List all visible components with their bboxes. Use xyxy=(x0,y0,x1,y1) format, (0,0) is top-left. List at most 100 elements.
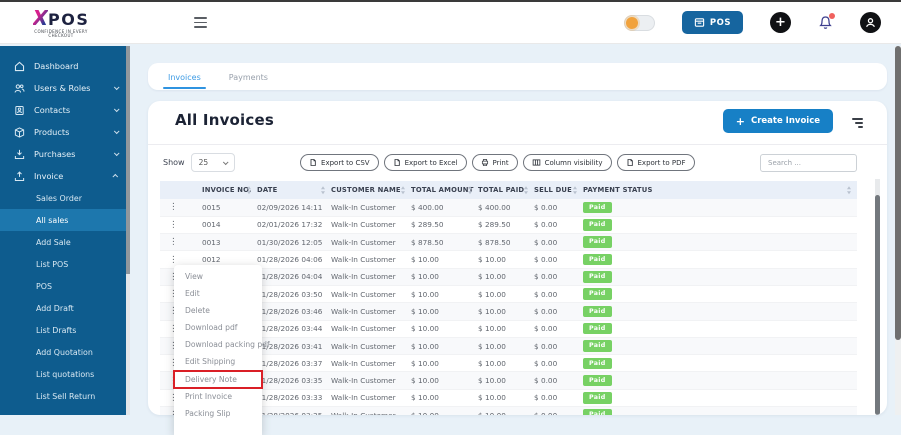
sidebar-sub-item[interactable]: Sales Order xyxy=(0,187,130,209)
cell-payment-status: Paid xyxy=(583,389,857,408)
notifications-button[interactable] xyxy=(818,13,835,30)
export-pdf-button[interactable]: Export to PDF xyxy=(616,154,695,171)
row-context-menu: View Edit Delete Download pdf Download p… xyxy=(173,265,270,435)
sidebar-item-purchases[interactable]: Purchases xyxy=(0,143,130,165)
add-button[interactable]: + xyxy=(770,12,791,33)
file-icon xyxy=(310,159,316,166)
column-header[interactable]: TOTAL PAID xyxy=(478,181,534,199)
cell-total-amount: $ 10.00 xyxy=(411,250,478,269)
cell-sell-due: $ 0.00 xyxy=(534,354,583,373)
cell-date: 02/09/2026 14:11 xyxy=(257,199,331,217)
sidebar-sub-item[interactable]: Add Sale xyxy=(0,231,130,253)
cell-sell-due: $ 0.00 xyxy=(534,389,583,408)
divider xyxy=(148,144,887,145)
cell-total-amount: $ 10.00 xyxy=(411,389,478,408)
sidebar-toggle-hamburger-icon[interactable] xyxy=(194,17,207,28)
cell-customer: Walk-In Customer xyxy=(331,250,411,269)
sort-icon xyxy=(468,186,472,194)
column-header[interactable]: DATE xyxy=(257,181,331,199)
cell-invoice-no: 0014 xyxy=(202,216,257,235)
page-scrollbar-thumb[interactable] xyxy=(895,46,901,340)
status-badge: Paid xyxy=(583,253,612,266)
cell-payment-status: Paid xyxy=(583,285,857,304)
sidebar-invoice-submenu: Sales Order All sales Add Sale List POS … xyxy=(0,187,130,407)
topbar: X POS CONFIDENCE IN EVERY CHECKOUT POS + xyxy=(0,2,901,44)
export-csv-button[interactable]: Export to CSV xyxy=(300,154,379,171)
sidebar-item-contacts[interactable]: Contacts xyxy=(0,99,130,121)
cell-sell-due: $ 0.00 xyxy=(534,285,583,304)
cell-date: 01/28/2026 03:46 xyxy=(257,302,331,321)
cell-total-amount: $ 10.00 xyxy=(411,320,478,338)
export-excel-button[interactable]: Export to Excel xyxy=(383,154,467,171)
sidebar-sub-item[interactable]: Add Quotation xyxy=(0,341,130,363)
cell-date: 02/01/2026 17:32 xyxy=(257,216,331,235)
print-button[interactable]: Print xyxy=(471,154,518,171)
sidebar-sub-item[interactable]: Add Draft xyxy=(0,297,130,319)
sidebar-sub-item[interactable]: List POS xyxy=(0,253,130,275)
context-menu-item[interactable]: Delivery Note xyxy=(173,369,263,389)
home-icon xyxy=(14,61,25,71)
row-actions-kebab-icon[interactable]: ⋮ xyxy=(160,216,202,235)
context-menu-item[interactable]: Edit Shipping xyxy=(174,353,262,370)
context-menu-item[interactable]: Packing Slip xyxy=(174,405,262,422)
app-logo[interactable]: X POS CONFIDENCE IN EVERY CHECKOUT xyxy=(26,8,96,38)
chevron-down-icon xyxy=(113,128,120,135)
column-visibility-button[interactable]: Column visibility xyxy=(522,154,612,171)
sidebar-item-dashboard[interactable]: Dashboard xyxy=(0,55,130,77)
pos-button[interactable]: POS xyxy=(681,11,743,34)
cell-date: 01/28/2026 03:44 xyxy=(257,320,331,338)
sidebar-sub-item[interactable]: List Sell Return xyxy=(0,385,130,407)
sidebar-item-invoice[interactable]: Invoice xyxy=(0,165,130,187)
box-icon xyxy=(14,126,25,138)
row-actions-kebab-icon[interactable]: ⋮ xyxy=(160,233,202,252)
column-header[interactable]: TOTAL AMOUNT xyxy=(411,181,478,199)
cell-sell-due: $ 0.00 xyxy=(534,371,583,390)
printer-icon xyxy=(481,159,488,166)
theme-toggle[interactable] xyxy=(623,14,655,31)
cell-customer: Walk-In Customer xyxy=(331,216,411,235)
cell-total-paid: $ 10.00 xyxy=(478,354,534,373)
cell-total-amount: $ 400.00 xyxy=(411,199,478,217)
page-size-select[interactable]: 25 xyxy=(190,153,235,172)
sidebar-sub-item[interactable]: List quotations xyxy=(0,363,130,385)
context-menu-item[interactable]: Download packing pdf xyxy=(174,336,270,353)
sidebar-sub-item[interactable]: List Drafts xyxy=(0,319,130,341)
user-avatar[interactable] xyxy=(860,12,881,33)
sidebar-sub-item[interactable]: POS xyxy=(0,275,130,297)
context-menu-item[interactable]: Download pdf xyxy=(174,319,262,336)
cell-customer: Walk-In Customer xyxy=(331,302,411,321)
context-menu-item[interactable]: Delete xyxy=(174,302,262,319)
sidebar-scrollbar-thumb[interactable] xyxy=(126,46,130,274)
filter-icon[interactable] xyxy=(849,115,866,131)
sidebar-item-users-roles[interactable]: Users & Roles xyxy=(0,77,130,99)
cell-payment-status: Paid xyxy=(583,268,857,286)
table-row: ⋮ 01/28/2026 03:35 Walk-In Customer $ 10… xyxy=(160,371,857,390)
tab-payments[interactable]: Payments xyxy=(215,64,282,89)
arrow-down-tray-icon xyxy=(14,149,25,159)
column-header[interactable]: SELL DUE xyxy=(534,181,583,199)
context-menu-item[interactable]: Print Invoice xyxy=(174,388,262,405)
table-row: ⋮ 01/28/2026 03:46 Walk-In Customer $ 10… xyxy=(160,302,857,321)
search-input[interactable] xyxy=(760,153,857,172)
tab-invoices[interactable]: Invoices xyxy=(154,64,215,89)
cell-payment-status: Paid xyxy=(583,320,857,338)
tab-bar: Invoices Payments xyxy=(148,63,887,90)
context-menu-item[interactable]: Edit xyxy=(174,285,262,302)
sidebar-sub-item[interactable]: All sales xyxy=(0,209,130,231)
create-invoice-button[interactable]: + Create Invoice xyxy=(722,109,833,133)
column-header[interactable]: CUSTOMER NAME xyxy=(331,181,411,199)
column-header[interactable]: PAYMENT STATUS xyxy=(583,181,857,199)
table-scrollbar-thumb[interactable] xyxy=(875,195,880,415)
row-actions-kebab-icon[interactable]: ⋮ xyxy=(160,199,202,217)
table-row: ⋮ 01/28/2026 03:25 Walk-In Customer $ 10… xyxy=(160,406,857,415)
column-header[interactable]: INVOICE NO. xyxy=(202,181,257,199)
file-icon xyxy=(627,159,633,166)
sidebar-item-products[interactable]: Products xyxy=(0,121,130,143)
status-badge: Paid xyxy=(583,340,612,352)
context-menu-item[interactable]: View xyxy=(174,268,262,285)
status-badge: Paid xyxy=(583,236,612,248)
cell-customer: Walk-In Customer xyxy=(331,337,411,356)
logo-x-icon: X xyxy=(32,5,49,30)
plus-icon: + xyxy=(735,114,745,128)
status-badge: Paid xyxy=(583,409,612,415)
